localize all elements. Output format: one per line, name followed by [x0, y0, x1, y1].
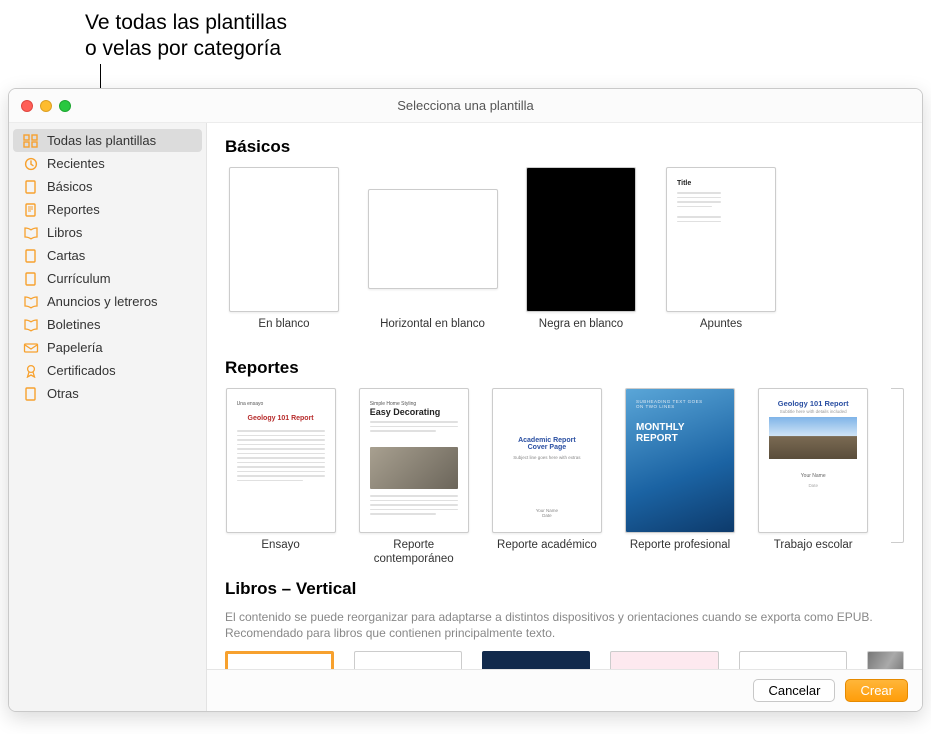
template-thumb — [368, 189, 498, 289]
template-label: Reporte contemporáneo — [358, 539, 469, 567]
sidebar-item-label: Libros — [47, 225, 82, 240]
grid-icon — [23, 134, 39, 148]
template-notes[interactable]: Title Apuntes — [662, 167, 780, 346]
template-gallery[interactable]: Básicos En blanco Horizontal en blanco N… — [207, 123, 922, 711]
template-essay[interactable]: Una ensayo Geology 101 Report Ensayo — [225, 388, 336, 567]
section-title-books: Libros – Vertical — [225, 579, 904, 599]
page-icon — [23, 203, 39, 217]
sidebar-item-label: Cartas — [47, 248, 85, 263]
sidebar-item-flyers[interactable]: Anuncios y letreros — [9, 290, 206, 313]
sidebar-item-other[interactable]: Otras — [9, 382, 206, 405]
sidebar-item-resume[interactable]: Currículum — [9, 267, 206, 290]
template-label: Negra en blanco — [539, 318, 623, 346]
ribbon-icon — [23, 364, 39, 378]
help-callout: Ve todas las plantillas o velas por cate… — [85, 10, 287, 63]
template-thumb: SUBHEADING TEXT GOESON TWO LINES MONTHLY… — [625, 388, 735, 533]
sidebar-item-label: Boletines — [47, 317, 100, 332]
sidebar-item-reports[interactable]: Reportes — [9, 198, 206, 221]
book-icon — [23, 295, 39, 309]
template-thumb: Academic Report Cover Page Subject line … — [492, 388, 602, 533]
template-schoolwork[interactable]: Geology 101 Report Subtitle here with de… — [758, 388, 869, 567]
template-academic[interactable]: Academic Report Cover Page Subject line … — [491, 388, 602, 567]
sidebar-item-label: Papelería — [47, 340, 103, 355]
template-label: Horizontal en blanco — [380, 318, 485, 346]
template-chooser-window: Selecciona una plantilla Todas las plant… — [8, 88, 923, 712]
template-label: Ensayo — [261, 539, 299, 567]
envelope-icon — [23, 341, 39, 355]
window-body: Todas las plantillas Recientes Básicos R… — [9, 123, 922, 711]
template-professional[interactable]: SUBHEADING TEXT GOESON TWO LINES MONTHLY… — [624, 388, 735, 567]
template-label: Apuntes — [700, 318, 742, 346]
sidebar-item-basic[interactable]: Básicos — [9, 175, 206, 198]
sidebar-item-recent[interactable]: Recientes — [9, 152, 206, 175]
template-blank-horizontal[interactable]: Horizontal en blanco — [365, 167, 500, 346]
section-title-basic: Básicos — [225, 137, 904, 157]
template-thumb — [526, 167, 636, 312]
category-sidebar: Todas las plantillas Recientes Básicos R… — [9, 123, 207, 711]
sidebar-item-label: Certificados — [47, 363, 116, 378]
cancel-button[interactable]: Cancelar — [753, 679, 835, 702]
template-row-overflow-peek[interactable] — [891, 388, 904, 543]
book-icon — [23, 226, 39, 240]
page-icon — [23, 180, 39, 194]
sidebar-item-label: Anuncios y letreros — [47, 294, 158, 309]
callout-line1: Ve todas las plantillas — [85, 10, 287, 36]
template-blank-black[interactable]: Negra en blanco — [522, 167, 640, 346]
template-row-reports: Una ensayo Geology 101 Report Ensayo — [225, 388, 904, 567]
template-label: En blanco — [258, 318, 309, 346]
page-icon — [23, 249, 39, 263]
dialog-footer: Cancelar Crear — [207, 669, 922, 711]
template-label: Reporte profesional — [630, 539, 730, 567]
section-title-reports: Reportes — [225, 358, 904, 378]
template-label: Reporte académico — [497, 539, 597, 567]
sidebar-item-stationery[interactable]: Papelería — [9, 336, 206, 359]
sidebar-item-newsletters[interactable]: Boletines — [9, 313, 206, 336]
book-icon — [23, 318, 39, 332]
sidebar-item-certificates[interactable]: Certificados — [9, 359, 206, 382]
template-row-basic: En blanco Horizontal en blanco Negra en … — [225, 167, 904, 346]
create-button[interactable]: Crear — [845, 679, 908, 702]
titlebar: Selecciona una plantilla — [9, 89, 922, 123]
section-desc-books: El contenido se puede reorganizar para a… — [225, 609, 904, 641]
sidebar-item-label: Recientes — [47, 156, 105, 171]
sidebar-item-all[interactable]: Todas las plantillas — [13, 129, 202, 152]
callout-line2: o velas por categoría — [85, 36, 287, 62]
template-thumb: Simple Home Styling Easy Decorating — [359, 388, 469, 533]
sidebar-item-label: Reportes — [47, 202, 100, 217]
page-icon — [23, 272, 39, 286]
template-blank[interactable]: En blanco — [225, 167, 343, 346]
template-thumb: Una ensayo Geology 101 Report — [226, 388, 336, 533]
sidebar-item-label: Otras — [47, 386, 79, 401]
window-title: Selecciona una plantilla — [9, 98, 922, 113]
sidebar-item-books[interactable]: Libros — [9, 221, 206, 244]
template-contemporary[interactable]: Simple Home Styling Easy Decorating Repo… — [358, 388, 469, 567]
template-thumb: Title — [666, 167, 776, 312]
page-icon — [23, 387, 39, 401]
sidebar-item-letters[interactable]: Cartas — [9, 244, 206, 267]
template-thumb: Geology 101 Report Subtitle here with de… — [758, 388, 868, 533]
template-label: Trabajo escolar — [774, 539, 853, 567]
sidebar-item-label: Básicos — [47, 179, 93, 194]
template-thumb — [229, 167, 339, 312]
sidebar-item-label: Currículum — [47, 271, 111, 286]
clock-icon — [23, 157, 39, 171]
sidebar-item-label: Todas las plantillas — [47, 133, 156, 148]
